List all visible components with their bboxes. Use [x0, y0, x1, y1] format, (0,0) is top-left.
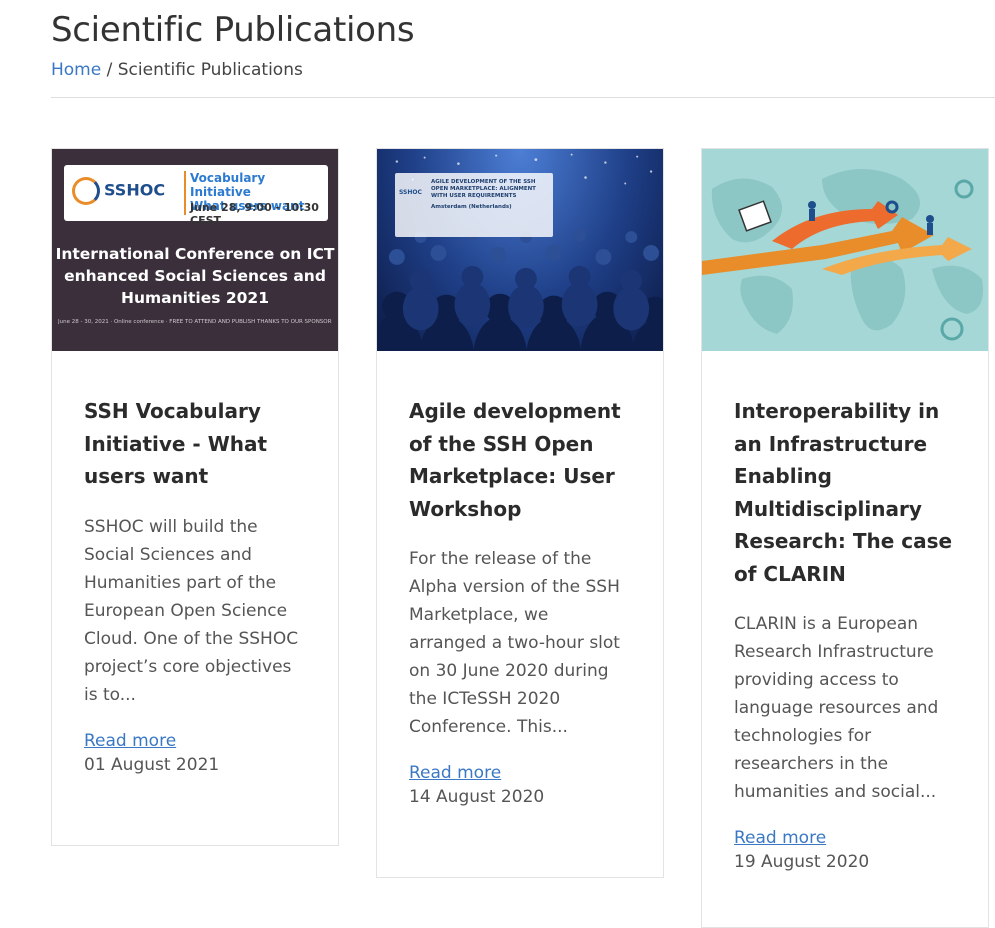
- panel-text: AGILE DEVELOPMENT OF THE SSH OPEN MARKET…: [431, 179, 536, 210]
- card-thumbnail[interactable]: SSHOC AGILE DEVELOPMENT OF THE SSH OPEN …: [377, 149, 663, 351]
- header-divider: [51, 97, 995, 98]
- card-excerpt: SSHOC will build the Social Sciences and…: [84, 516, 299, 705]
- read-more-link[interactable]: Read more: [84, 731, 176, 751]
- card-title[interactable]: Agile development of the SSH Open Market…: [409, 395, 631, 525]
- event-banner: SSHOC Vocabulary Initiative What users w…: [64, 165, 328, 227]
- read-more-link[interactable]: Read more: [734, 828, 826, 848]
- breadcrumb: Home / Scientific Publications: [51, 60, 303, 80]
- publication-card-agile-development: SSHOC AGILE DEVELOPMENT OF THE SSH OPEN …: [376, 148, 664, 878]
- publication-date: 01 August 2021: [84, 754, 220, 775]
- publication-card-clarin-interoperability: Interoperability in an Infrastructure En…: [701, 148, 989, 928]
- card-excerpt: CLARIN is a European Research Infrastruc…: [734, 614, 939, 802]
- conference-fine-print: June 28 - 30, 2021 · Online conference ·…: [58, 319, 332, 325]
- sshoc-swirl-icon: [72, 177, 100, 205]
- card-thumbnail[interactable]: SSHOC Vocabulary Initiative What users w…: [52, 149, 338, 351]
- banner-date: June 28, 9:00 - 10:30 CEST: [190, 201, 319, 227]
- workshop-panel: SSHOC AGILE DEVELOPMENT OF THE SSH OPEN …: [395, 173, 553, 237]
- conference-name: International Conference on ICT enhanced…: [55, 245, 335, 307]
- sshoc-logo: SSHOC: [399, 189, 422, 196]
- breadcrumb-separator: /: [106, 60, 113, 80]
- publication-date: 14 August 2020: [409, 787, 545, 807]
- page-title: Scientific Publications: [51, 10, 415, 50]
- card-excerpt: For the release of the Alpha version of …: [409, 549, 620, 737]
- sshoc-logo: SSHOC: [72, 177, 165, 205]
- card-thumbnail[interactable]: [702, 149, 988, 351]
- publication-card-sshoc-vocabulary: SSHOC Vocabulary Initiative What users w…: [51, 148, 339, 846]
- card-title[interactable]: Interoperability in an Infrastructure En…: [734, 395, 956, 590]
- interoperability-illustration: [702, 169, 983, 341]
- breadcrumb-home-link[interactable]: Home: [51, 60, 101, 80]
- breadcrumb-current: Scientific Publications: [117, 60, 303, 80]
- read-more-link[interactable]: Read more: [409, 763, 501, 783]
- publication-date: 19 August 2020: [734, 852, 870, 872]
- card-title[interactable]: SSH Vocabulary Initiative - What users w…: [84, 395, 306, 493]
